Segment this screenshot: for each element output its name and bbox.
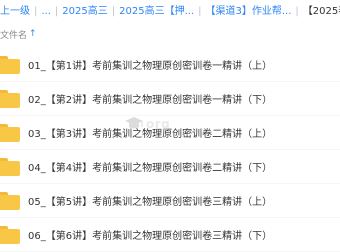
- file-name[interactable]: 03_【第3讲】考前集训之物理原创密训卷二精讲（上）: [28, 125, 272, 140]
- column-header-filename[interactable]: 文件名 ↑: [0, 24, 37, 44]
- breadcrumb-separator: |: [111, 6, 116, 17]
- list-item[interactable]: 03_【第3讲】考前集训之物理原创密训卷二精讲（上）: [0, 116, 340, 150]
- breadcrumb-separator: |: [54, 6, 59, 17]
- breadcrumb: 上一级 | ... | 2025高三 | 2025高三【押... | 【渠道3】…: [0, 2, 340, 22]
- folder-icon: [0, 89, 20, 108]
- file-name[interactable]: 01_【第1讲】考前集训之物理原创密训卷一精讲（上）: [28, 57, 272, 72]
- sort-ascending-icon[interactable]: ↑: [29, 29, 37, 39]
- breadcrumb-item-2[interactable]: 2025高三【押...: [119, 2, 194, 22]
- list-item[interactable]: 01_【第1讲】考前集训之物理原创密训卷一精讲（上）: [0, 48, 340, 82]
- breadcrumb-back-link[interactable]: 上一级: [0, 2, 30, 22]
- file-name[interactable]: 05_【第5讲】考前集训之物理原创密训卷三精讲（上）: [28, 193, 272, 208]
- breadcrumb-item-1[interactable]: 2025高三: [62, 2, 107, 22]
- breadcrumb-separator: |: [295, 6, 299, 17]
- column-header-label: 文件名: [0, 30, 28, 41]
- breadcrumb-separator: |: [34, 6, 38, 17]
- list-item[interactable]: 06_【第6讲】考前集训之物理原创密训卷三精讲（下）: [0, 218, 340, 252]
- file-list: 01_【第1讲】考前集训之物理原创密训卷一精讲（上） 02_【第2讲】考前集训之…: [0, 48, 340, 252]
- breadcrumb-separator: |: [198, 6, 202, 17]
- list-item[interactable]: 04_【第4讲】考前集训之物理原创密训卷二精讲（下）: [0, 150, 340, 184]
- folder-icon: [0, 55, 20, 74]
- folder-icon: [0, 191, 20, 210]
- list-item[interactable]: 02_【第2讲】考前集训之物理原创密训卷一精讲（下）: [0, 82, 340, 116]
- breadcrumb-item-3[interactable]: 【渠道3】作业帮...: [206, 2, 292, 22]
- list-item[interactable]: 05_【第5讲】考前集训之物理原创密训卷三精讲（上）: [0, 184, 340, 218]
- folder-icon: [0, 157, 20, 176]
- folder-icon: [0, 123, 20, 142]
- breadcrumb-current: 【2025春】易...: [302, 6, 340, 17]
- file-name[interactable]: 02_【第2讲】考前集训之物理原创密训卷一精讲（下）: [28, 91, 272, 106]
- breadcrumb-ellipsis[interactable]: ...: [41, 2, 51, 22]
- file-name[interactable]: 06_【第6讲】考前集训之物理原创密训卷三精讲（下）: [28, 227, 272, 242]
- folder-icon: [0, 225, 20, 244]
- file-name[interactable]: 04_【第4讲】考前集训之物理原创密训卷二精讲（下）: [28, 159, 272, 174]
